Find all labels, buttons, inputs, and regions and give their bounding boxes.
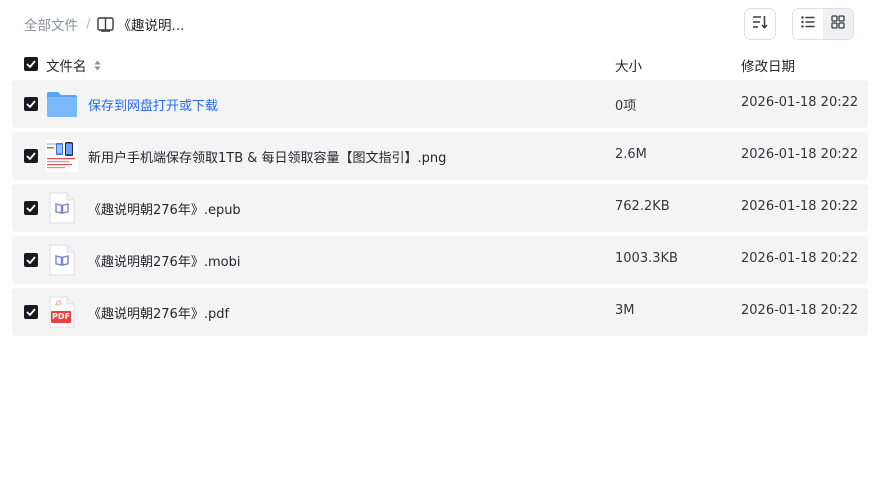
book-icon (97, 15, 115, 33)
table-row[interactable]: 《趣说明朝276年》.epub 762.2KB 2026-01-18 20:22 (12, 184, 868, 232)
grid-view-icon (831, 15, 845, 33)
sort-icon (752, 15, 768, 33)
column-header-modified: 修改日期 (741, 59, 795, 75)
file-size: 0项 (615, 99, 637, 114)
file-modified-date: 2026-01-18 20:22 (741, 251, 859, 266)
file-size: 1003.3KB (615, 251, 678, 266)
column-header-size: 大小 (615, 59, 642, 75)
file-name[interactable]: 新用户手机端保存领取1TB & 每日领取容量【图文指引】.png (88, 147, 446, 166)
list-view-icon (801, 16, 815, 32)
pdf-icon: PDF (46, 296, 78, 328)
row-checkbox[interactable] (24, 201, 38, 215)
folder-icon (46, 88, 78, 120)
table-row[interactable]: 新用户手机端保存领取1TB & 每日领取容量【图文指引】.png 2.6M 20… (12, 132, 868, 180)
sort-button[interactable] (744, 8, 776, 40)
table-row[interactable]: 《趣说明朝276年》.mobi 1003.3KB 2026-01-18 20:2… (12, 236, 868, 284)
sort-toggle-icon (94, 59, 101, 75)
column-header-name[interactable]: 文件名 (46, 55, 101, 75)
select-all-checkbox[interactable] (24, 57, 38, 71)
table-row[interactable]: 保存到网盘打开或下载 0项 2026-01-18 20:22 (12, 80, 868, 128)
file-modified-date: 2026-01-18 20:22 (741, 199, 859, 214)
breadcrumb-root-link[interactable]: 全部文件 (24, 14, 78, 34)
ebook-icon (46, 244, 78, 276)
top-bar: 全部文件 / 《趣说明... (0, 0, 878, 48)
pdf-icon-label: PDF (52, 312, 70, 321)
file-list-header: 文件名 大小 修改日期 (12, 50, 868, 78)
column-name-label: 文件名 (46, 59, 87, 75)
list-view-button[interactable] (793, 9, 823, 39)
breadcrumb-separator: / (86, 16, 91, 32)
row-checkbox[interactable] (24, 149, 38, 163)
breadcrumb: 全部文件 / 《趣说明... (24, 14, 184, 34)
file-name[interactable]: 《趣说明朝276年》.pdf (88, 303, 229, 322)
file-size: 762.2KB (615, 199, 670, 214)
image-thumbnail (46, 140, 78, 172)
table-row[interactable]: PDF 《趣说明朝276年》.pdf 3M 2026-01-18 20:22 (12, 288, 868, 336)
breadcrumb-current-folder: 《趣说明... (117, 18, 185, 34)
file-name[interactable]: 《趣说明朝276年》.mobi (88, 251, 240, 270)
file-modified-date: 2026-01-18 20:22 (741, 147, 859, 162)
file-name[interactable]: 保存到网盘打开或下载 (88, 95, 218, 114)
file-modified-date: 2026-01-18 20:22 (741, 303, 859, 318)
file-size: 2.6M (615, 147, 647, 162)
ebook-icon (46, 192, 78, 224)
file-size: 3M (615, 303, 635, 318)
row-checkbox[interactable] (24, 253, 38, 267)
grid-view-button[interactable] (823, 9, 853, 39)
file-modified-date: 2026-01-18 20:22 (741, 95, 859, 110)
row-checkbox[interactable] (24, 305, 38, 319)
row-checkbox[interactable] (24, 97, 38, 111)
file-name[interactable]: 《趣说明朝276年》.epub (88, 199, 241, 218)
view-mode-switch (792, 8, 854, 40)
